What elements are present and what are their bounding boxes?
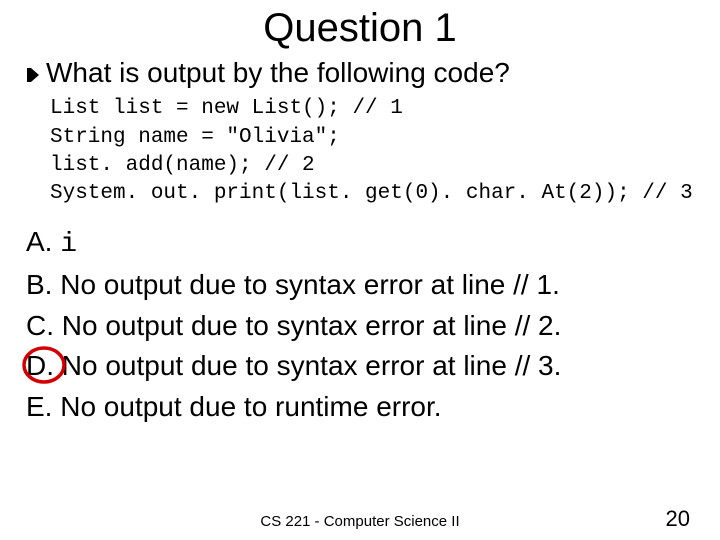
bullet-icon <box>26 67 40 83</box>
answer-a: A. i <box>26 223 700 265</box>
code-block: List list = new List(); // 1 String name… <box>26 95 700 208</box>
footer-text: CS 221 - Computer Science II <box>0 513 720 530</box>
answer-e: E. No output due to runtime error. <box>26 388 700 427</box>
prompt-row: What is output by the following code? <box>26 57 700 89</box>
code-line-3: list. add(name); // 2 <box>50 154 315 177</box>
content-area: What is output by the following code? Li… <box>0 57 720 427</box>
slide-title: Question 1 <box>0 0 720 57</box>
page-number: 20 <box>666 506 690 532</box>
answer-c: C. No output due to syntax error at line… <box>26 307 700 346</box>
answer-a-value: i <box>60 229 77 260</box>
answer-a-prefix: A. <box>26 226 60 257</box>
answer-d-text: D. No output due to syntax error at line… <box>26 350 561 381</box>
code-line-2: String name = "Olivia"; <box>50 126 340 149</box>
question-prompt: What is output by the following code? <box>46 57 510 89</box>
answer-d: D. No output due to syntax error at line… <box>26 347 700 386</box>
answer-b: B. No output due to syntax error at line… <box>26 266 700 305</box>
code-line-1: List list = new List(); // 1 <box>50 97 403 120</box>
answer-list: A. i B. No output due to syntax error at… <box>26 223 700 427</box>
code-line-4: System. out. print(list. get(0). char. A… <box>50 182 693 205</box>
